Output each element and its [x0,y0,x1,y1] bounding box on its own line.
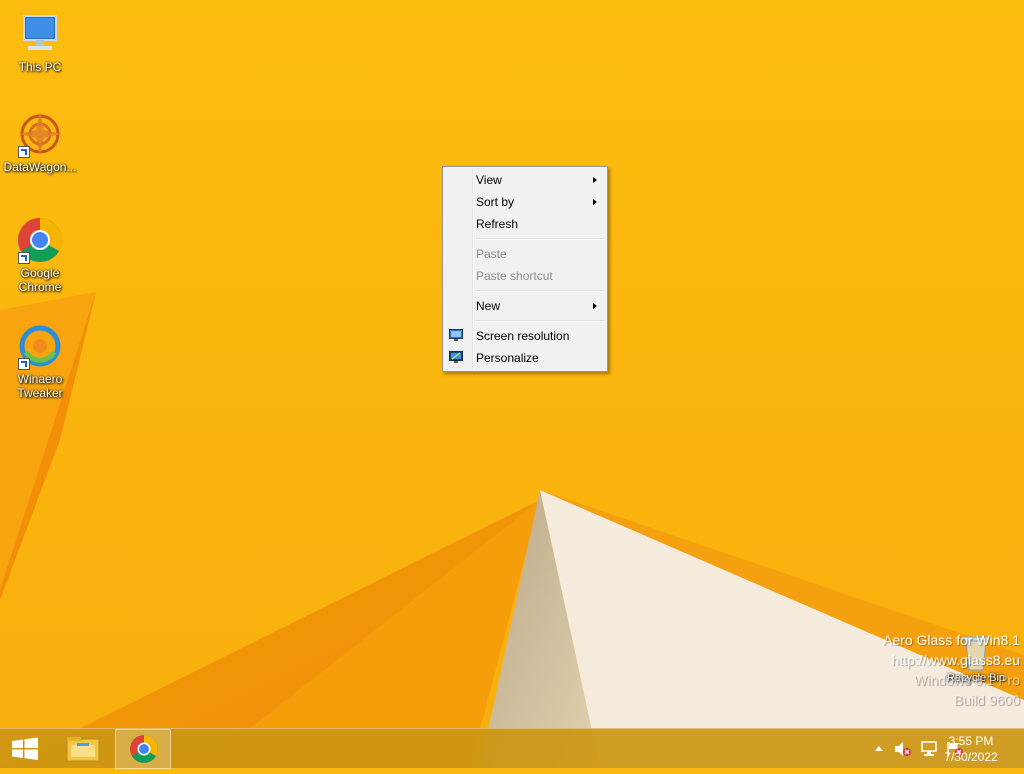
windows-logo-icon [12,737,38,760]
menu-item-refresh[interactable]: Refresh [443,213,607,235]
system-tray: 3:55 PM 7/30/2022 [824,729,1024,769]
shortcut-arrow-icon [18,358,30,370]
shortcut-arrow-icon [18,252,30,264]
taskbar: 3:55 PM 7/30/2022 [0,728,1024,769]
clock-time: 3:55 PM [948,734,994,748]
menu-item-new[interactable]: New [443,295,607,317]
desktop-icon-label: Google Chrome [18,266,62,294]
submenu-arrow-icon [593,177,597,183]
menu-separator [475,320,605,322]
desktop-icon-winaero-tweaker[interactable]: Winaero Tweaker [0,322,80,400]
menu-item-label: Paste shortcut [476,269,553,283]
menu-separator [475,290,605,292]
desktop-context-menu: View Sort by Refresh Paste Paste shortcu… [442,166,608,372]
desktop-icon-label: Winaero Tweaker [17,372,63,400]
menu-separator [475,238,605,240]
submenu-arrow-icon [593,199,597,205]
file-explorer-icon [66,737,100,762]
chrome-icon [130,735,158,763]
desktop-icon-datawagon[interactable]: DataWagon... [0,110,80,174]
desktop-icon-google-chrome[interactable]: Google Chrome [0,216,80,294]
menu-item-label: View [476,173,502,187]
watermark-line: Aero Glass for Win8.1 [883,632,1020,648]
shortcut-arrow-icon [18,146,30,158]
menu-item-label: Refresh [476,217,519,231]
menu-item-label: Screen resolution [476,329,570,343]
menu-item-label: Sort by [476,195,515,209]
menu-item-screen-resolution[interactable]: Screen resolution [443,325,607,347]
menu-item-view[interactable]: View [443,169,607,191]
menu-item-paste-shortcut: Paste shortcut [443,265,607,287]
personalize-icon [449,351,463,363]
desktop-watermark: Aero Glass for Win8.1 http://www.glass8.… [883,630,1020,710]
desktop-icon-label: This PC [18,60,62,74]
this-pc-icon [16,10,64,58]
menu-item-label: Personalize [476,351,539,365]
taskbar-chrome-button[interactable] [115,729,171,769]
desktop-icon-label: DataWagon... [3,160,77,174]
watermark-line: Windows 8.1 Pro [914,672,1020,688]
desktop-wallpaper [0,0,1024,768]
volume-muted-icon[interactable] [894,741,912,757]
winaero-tweaker-icon [16,322,64,370]
watermark-line: http://www.glass8.eu [891,652,1020,668]
menu-item-label: Paste [476,247,507,261]
show-hidden-icons-chevron[interactable] [874,744,884,752]
clock-date: 7/30/2022 [944,750,998,764]
menu-item-label: New [476,299,501,313]
watermark-line: Build 9600 [953,692,1020,708]
datawagon-icon [16,110,64,158]
menu-item-paste: Paste [443,243,607,265]
desktop-icon-this-pc[interactable]: This PC [0,10,80,74]
menu-item-personalize[interactable]: Personalize [443,347,607,369]
chrome-icon [16,216,64,264]
taskbar-clock[interactable]: 3:55 PM 7/30/2022 [936,733,1006,765]
start-button[interactable] [0,729,50,769]
taskbar-file-explorer-button[interactable] [55,729,111,769]
monitor-icon [449,329,463,341]
menu-item-sort-by[interactable]: Sort by [443,191,607,213]
submenu-arrow-icon [593,303,597,309]
